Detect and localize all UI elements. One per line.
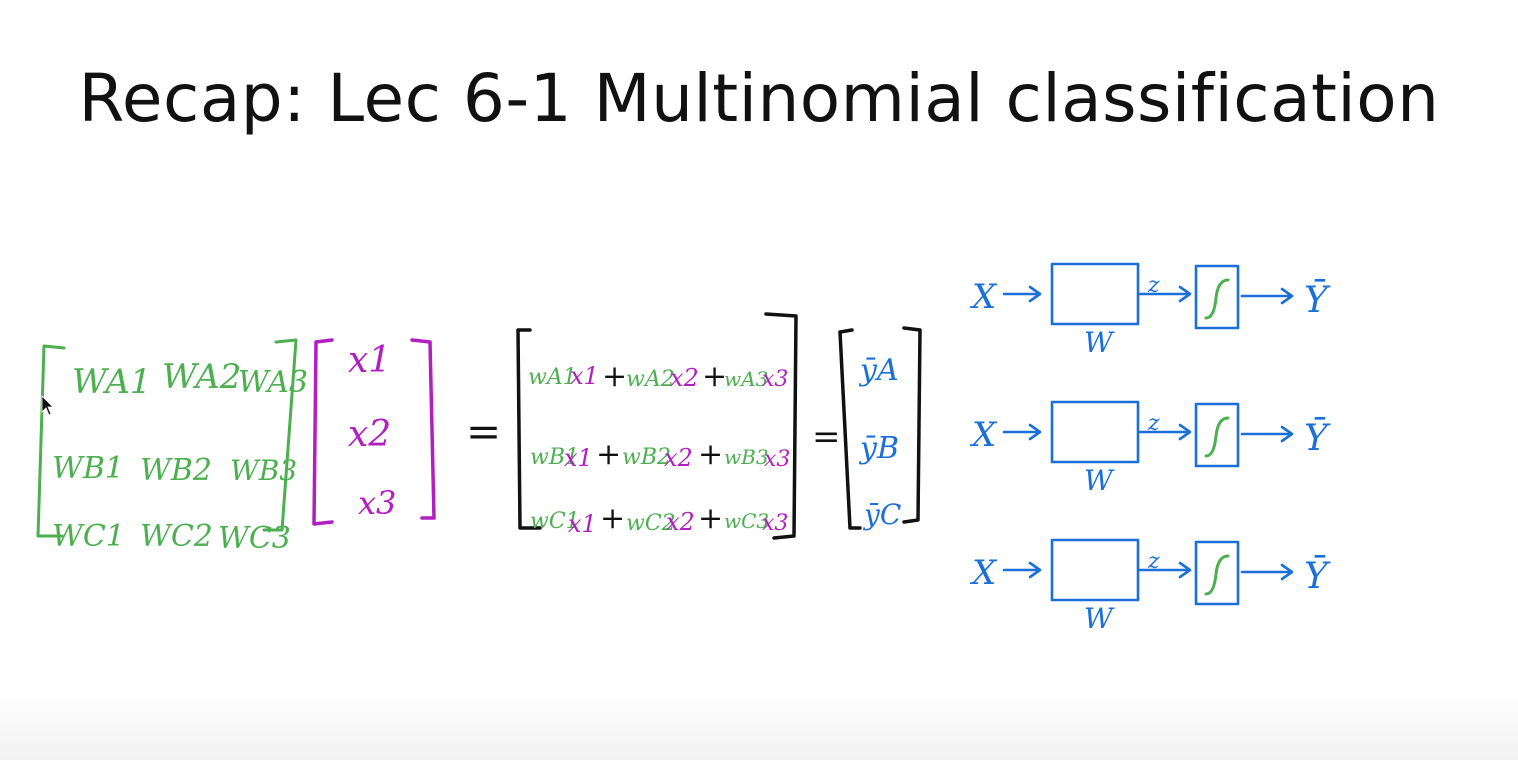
weight-label-w: W bbox=[1084, 326, 1115, 359]
weight-box bbox=[1050, 400, 1140, 464]
pipeline-output-y: Ȳ bbox=[1304, 418, 1331, 459]
product-term: x3 bbox=[764, 447, 790, 472]
input-x1: x1 bbox=[348, 340, 391, 381]
equals-sign-1: = bbox=[466, 407, 501, 456]
pipeline-input-x: X bbox=[969, 553, 998, 593]
slide: Recap: Lec 6-1 Multinomial classificatio… bbox=[0, 0, 1518, 760]
product-term: x2 bbox=[664, 444, 693, 472]
product-plus: + bbox=[698, 501, 723, 536]
whiteboard-equation: WA1 WA2 WA3 WB1 WB2 WB3 WC1 WC2 WC3 x1 x… bbox=[36, 262, 1331, 635]
product-plus: + bbox=[596, 437, 621, 472]
product-row-2: wB1 x1 + wB2 x2 + wB3 x3 bbox=[530, 437, 790, 472]
weight-matrix-left-bracket bbox=[36, 344, 66, 538]
input-vector: x1 x2 x3 bbox=[312, 338, 436, 526]
output-ya: ȳA bbox=[858, 353, 899, 388]
product-term: wA2 bbox=[626, 367, 675, 392]
arrow-to-output-icon bbox=[1240, 425, 1294, 443]
pipeline-2: X W z Ȳ bbox=[969, 400, 1331, 497]
weight-label-w: W bbox=[1084, 602, 1115, 635]
z-label: z bbox=[1147, 273, 1160, 298]
output-vector-left-bracket bbox=[838, 328, 862, 530]
product-term: x3 bbox=[762, 367, 788, 392]
input-vector-left-bracket bbox=[312, 338, 334, 526]
z-label: z bbox=[1147, 549, 1160, 574]
pipeline-output-y: Ȳ bbox=[1304, 556, 1331, 597]
output-vector-right-bracket bbox=[902, 326, 922, 524]
sigmoid-curve-icon bbox=[1204, 278, 1230, 320]
input-x2: x2 bbox=[348, 414, 391, 455]
w-b2: WB2 bbox=[140, 453, 212, 488]
z-label: z bbox=[1147, 411, 1160, 436]
w-b1: WB1 bbox=[52, 451, 124, 486]
arrow-to-output-icon bbox=[1240, 287, 1294, 305]
product-plus: + bbox=[698, 437, 723, 472]
product-row-1: wA1 x1 + wA2 x2 + wA3 x3 bbox=[528, 359, 788, 394]
equals-sign-2: = bbox=[812, 417, 841, 457]
product-plus: + bbox=[600, 501, 625, 536]
product-term: x1 bbox=[570, 362, 599, 390]
pipeline-output-y: Ȳ bbox=[1304, 280, 1331, 321]
output-yb: ȳB bbox=[858, 431, 899, 466]
product-term: x1 bbox=[564, 444, 593, 472]
product-term: x2 bbox=[670, 364, 699, 392]
mouse-cursor-icon bbox=[41, 395, 54, 416]
weight-label-w: W bbox=[1084, 464, 1115, 497]
input-vector-right-bracket bbox=[410, 338, 436, 520]
w-a1: WA1 bbox=[72, 362, 151, 402]
product-term: x2 bbox=[666, 508, 695, 536]
w-c3: WC3 bbox=[218, 521, 291, 556]
product-vector: wA1 x1 + wA2 x2 + wA3 x3 wB1 x1 + wB2 x2… bbox=[516, 312, 798, 540]
w-a3: WA3 bbox=[238, 365, 308, 400]
weight-matrix: WA1 WA2 WA3 WB1 WB2 WB3 WC1 WC2 WC3 bbox=[36, 338, 308, 556]
weight-box bbox=[1050, 262, 1140, 326]
product-term: x1 bbox=[568, 510, 597, 538]
product-row-3: wC1 x1 + wC2 x2 + wC3 x3 bbox=[530, 501, 788, 538]
arrow-to-w-icon bbox=[1002, 423, 1042, 441]
product-vector-left-bracket bbox=[516, 328, 542, 530]
output-yc: ȳC bbox=[862, 498, 901, 531]
sigmoid-curve-icon bbox=[1204, 554, 1230, 596]
pipeline-input-x: X bbox=[969, 415, 998, 455]
output-vector: ȳA ȳB ȳC bbox=[838, 326, 922, 531]
product-vector-right-bracket bbox=[764, 312, 798, 540]
arrow-to-output-icon bbox=[1240, 563, 1294, 581]
product-term: x3 bbox=[762, 511, 788, 536]
product-plus: + bbox=[602, 359, 627, 394]
arrow-to-w-icon bbox=[1002, 285, 1042, 303]
input-x3: x3 bbox=[358, 484, 396, 522]
arrow-to-w-icon bbox=[1002, 561, 1042, 579]
pipeline-1: X W z Ȳ bbox=[969, 262, 1331, 359]
weight-box bbox=[1050, 538, 1140, 602]
w-c2: WC2 bbox=[140, 519, 213, 554]
w-b3: WB3 bbox=[230, 454, 297, 487]
w-a2: WA2 bbox=[162, 357, 241, 397]
pipeline-input-x: X bbox=[969, 277, 998, 317]
product-term: wB3 bbox=[724, 445, 769, 469]
pipeline-3: X W z Ȳ bbox=[969, 538, 1331, 635]
w-c1: WC1 bbox=[52, 519, 125, 554]
sigmoid-curve-icon bbox=[1204, 416, 1230, 458]
